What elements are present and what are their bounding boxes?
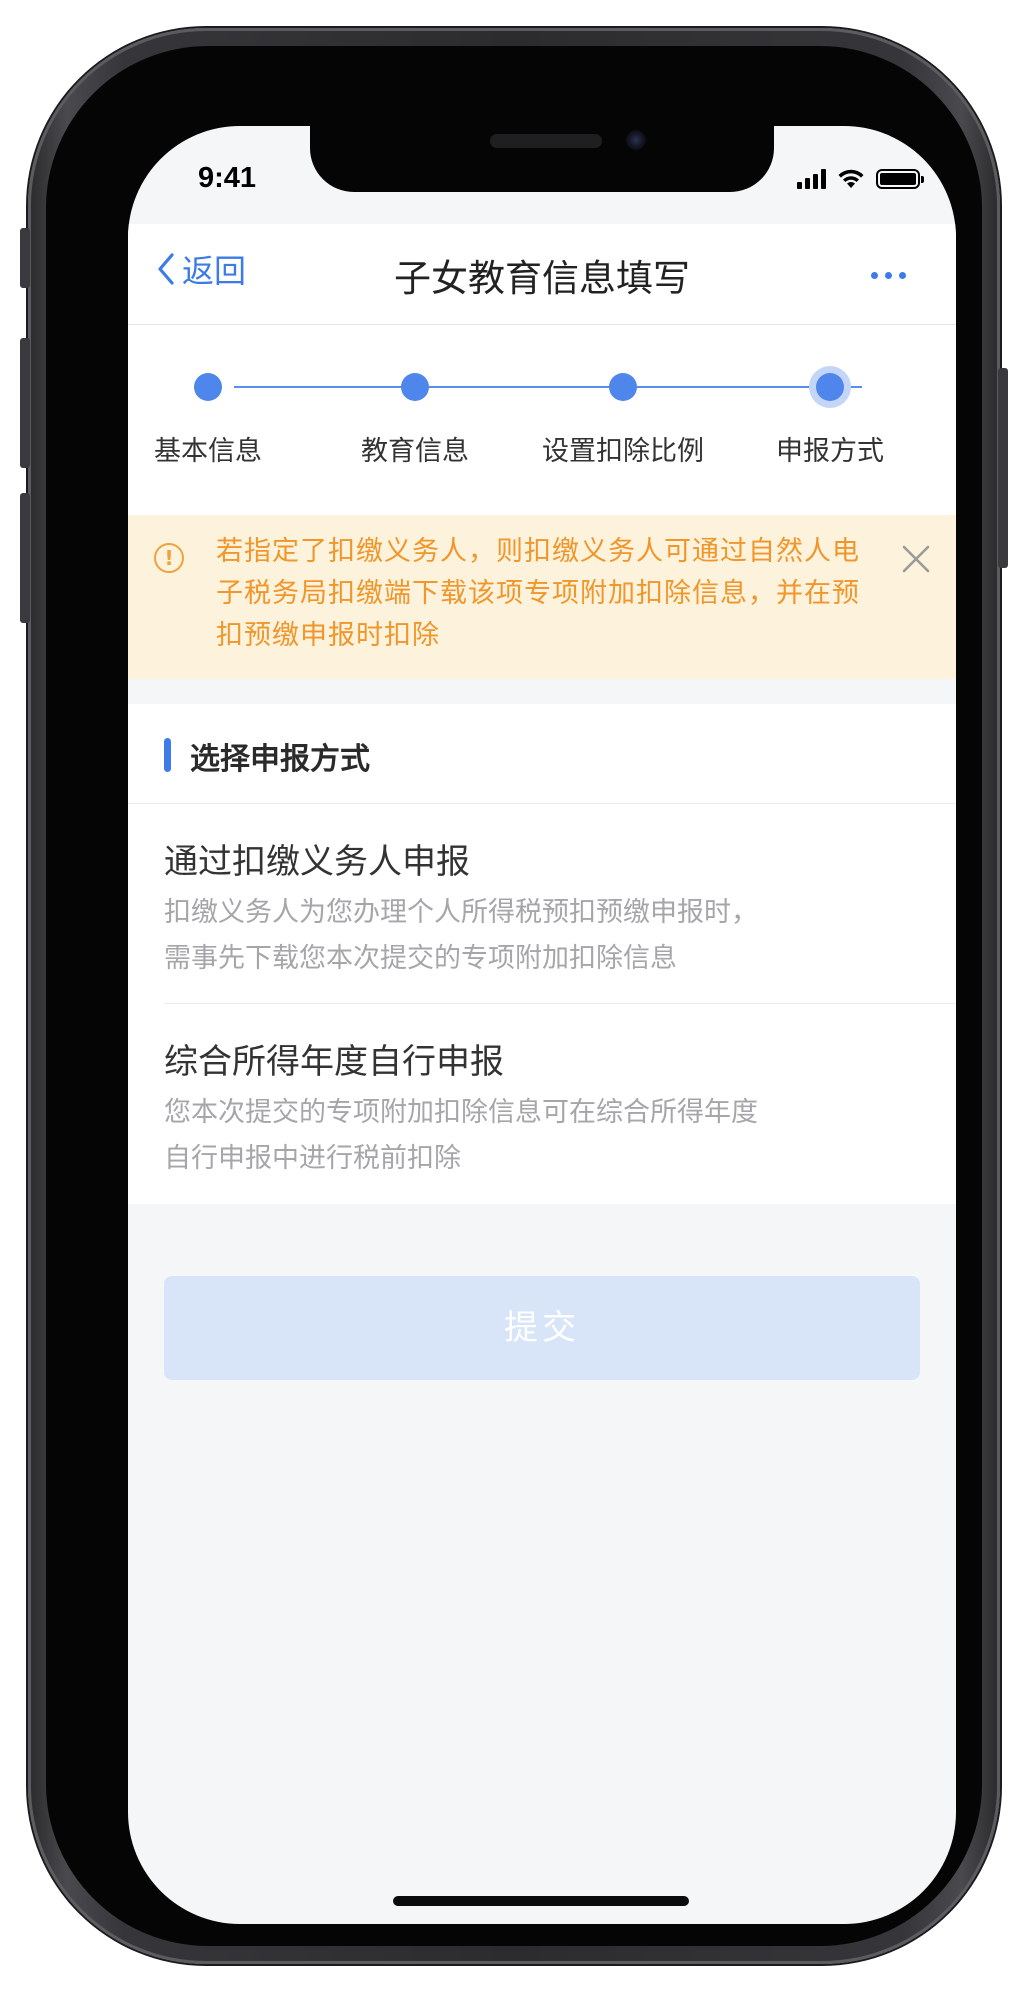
more-options-button[interactable] [871,272,906,279]
notch [310,126,774,192]
volume-up-button [20,338,30,468]
notice-banner: ! 若指定了扣缴义务人，则扣缴义务人可通过自然人电子税务局扣缴端下载该项专项附加… [128,515,956,679]
stepper-line [234,386,862,388]
cellular-signal-icon [797,169,826,189]
step-dot-active [816,373,844,401]
volume-down-button [20,493,30,623]
home-indicator[interactable] [393,1896,689,1906]
navigation-bar: 返回 子女教育信息填写 [128,224,956,325]
power-button [998,368,1008,568]
more-dot-icon [899,272,906,279]
close-icon[interactable] [898,541,934,577]
option-desc-line: 扣缴义务人为您办理个人所得税预扣预缴申报时， [164,897,758,928]
step-label: 设置扣除比例 [542,436,704,467]
more-dot-icon [871,272,878,279]
notice-text: 若指定了扣缴义务人，则扣缴义务人可通过自然人电子税务局扣缴端下载该项专项附加扣除… [216,536,860,651]
info-circle-icon: ! [154,543,184,573]
option-title: 综合所得年度自行申报 [164,1042,504,1082]
mute-switch [20,228,30,288]
option-desc-line: 需事先下载您本次提交的专项附加扣除信息 [164,943,677,974]
option-desc-line: 您本次提交的专项附加扣除信息可在综合所得年度 [164,1097,758,1128]
progress-stepper: 基本信息 教育信息 设置扣除比例 申报方式 [128,325,956,515]
option-withholding-agent[interactable]: 通过扣缴义务人申报 扣缴义务人为您办理个人所得税预扣预缴申报时， 需事先下载您本… [128,804,956,1004]
option-description: 您本次提交的专项附加扣除信息可在综合所得年度 自行申报中进行税前扣除 [164,1090,924,1182]
section-accent-bar [164,738,171,772]
step-label: 申报方式 [776,436,884,467]
battery-icon [876,169,924,189]
step-dot [194,373,222,401]
status-time: 9:41 [198,162,257,194]
app-screen: 9:41 返回 子女教育信息填写 基本信息 教育信息 设置扣除比例 申报方式 !… [128,126,956,1924]
submit-button[interactable]: 提交 [164,1276,920,1380]
page-title: 子女教育信息填写 [394,257,690,300]
status-icons [797,164,924,194]
more-dot-icon [885,272,892,279]
step-dot [609,373,637,401]
section-title: 选择申报方式 [190,742,370,777]
section-header: 选择申报方式 [128,704,956,804]
option-description: 扣缴义务人为您办理个人所得税预扣预缴申报时， 需事先下载您本次提交的专项附加扣除… [164,890,924,982]
earpiece-speaker [490,134,602,148]
option-desc-line: 自行申报中进行税前扣除 [164,1143,461,1174]
wifi-icon [838,169,864,188]
step-dot [401,373,429,401]
step-label: 基本信息 [154,436,262,467]
declaration-method-section: 选择申报方式 通过扣缴义务人申报 扣缴义务人为您办理个人所得税预扣预缴申报时， … [128,704,956,1204]
step-label: 教育信息 [361,436,469,467]
option-self-declaration[interactable]: 综合所得年度自行申报 您本次提交的专项附加扣除信息可在综合所得年度 自行申报中进… [128,1004,956,1204]
front-camera [626,130,646,150]
phone-frame: 9:41 返回 子女教育信息填写 基本信息 教育信息 设置扣除比例 申报方式 !… [20,28,1008,1964]
option-title: 通过扣缴义务人申报 [164,842,470,882]
